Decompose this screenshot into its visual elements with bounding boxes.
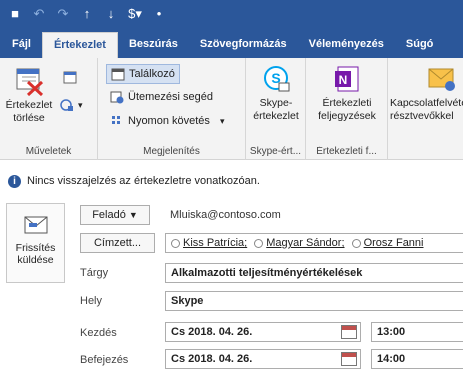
from-value: Mluiska@contoso.com [170, 209, 281, 221]
redo-icon[interactable]: ↷ [56, 7, 70, 21]
meeting-notes-label: Értekezleti feljegyzések [318, 97, 376, 122]
send-update-label: Frissítés küldése [15, 242, 56, 266]
group-actions: Értekezlet törlése ▾ Műveletek [0, 58, 98, 160]
tab-file[interactable]: Fájl [0, 32, 42, 58]
down-arrow-icon[interactable]: ↓ [104, 7, 118, 21]
end-time-field[interactable]: 14:00 [371, 349, 463, 369]
group-show-label: Megjelenítés [143, 146, 200, 157]
skype-meeting-button[interactable]: S Skype-értekezlet [248, 64, 304, 123]
presence-icon [171, 238, 180, 248]
tab-insert[interactable]: Beszúrás [118, 32, 189, 58]
to-field[interactable]: Kiss Patrícia; Magyar Sándor; Orosz Fann… [165, 233, 463, 253]
undo-icon[interactable]: ↶ [32, 7, 46, 21]
dollar-icon[interactable]: $▾ [128, 7, 142, 21]
recipient-2[interactable]: Magyar Sándor; [254, 234, 345, 252]
contact-attendees-label: Kapcsolatfelvétel a résztvevőkkel [390, 97, 463, 122]
contact-attendees-button[interactable]: Kapcsolatfelvétel a résztvevőkkel [390, 64, 463, 123]
to-button[interactable]: Címzett... [80, 233, 155, 253]
quick-access-toolbar: ■ ↶ ↷ ↑ ↓ $▾ • [0, 0, 463, 28]
scheduling-icon [110, 90, 124, 104]
recipient-1[interactable]: Kiss Patrícia; [171, 234, 247, 252]
save-icon[interactable]: ■ [8, 7, 22, 21]
delete-calendar-icon [14, 66, 44, 97]
tab-format-text[interactable]: Szövegformázás [189, 32, 298, 58]
from-button[interactable]: Feladó ▼ [80, 205, 150, 225]
up-arrow-icon[interactable]: ↑ [80, 7, 94, 21]
subject-label: Tárgy [80, 267, 109, 279]
copy-to-button[interactable]: ▾ [60, 98, 83, 112]
tracking-label: Nyomon követés [128, 115, 210, 127]
from-label: Feladó [92, 209, 126, 221]
tracking-icon [110, 114, 124, 128]
recipient-3[interactable]: Orosz Fanni [351, 234, 424, 252]
tracking-dropdown-icon: ▾ [219, 115, 225, 126]
group-skype: S Skype-értekezlet Skype-ért... [246, 58, 306, 160]
skype-meeting-label: Skype-értekezlet [253, 97, 299, 122]
appointment-button[interactable]: Találkozó [106, 64, 180, 84]
location-field[interactable]: Skype [165, 291, 463, 311]
presence-icon [351, 238, 361, 248]
tab-help[interactable]: Súgó [395, 32, 445, 58]
start-time-field[interactable]: 13:00 [371, 322, 463, 342]
end-calendar-icon[interactable] [341, 352, 357, 366]
group-skype-label: Skype-ért... [249, 146, 302, 157]
presence-icon [254, 238, 264, 248]
info-bar-text: Nincs visszajelzés az értekezletre vonat… [27, 175, 260, 187]
calendar-small-button[interactable] [63, 70, 77, 84]
appointment-label: Találkozó [129, 68, 175, 80]
calendar-icon [63, 70, 77, 84]
group-notes-label: Értekezleti f... [316, 146, 377, 157]
tab-review[interactable]: Véleményezés [298, 32, 395, 58]
scheduling-assistant-button[interactable]: Ütemezési segéd [110, 90, 213, 104]
appointment-icon [111, 67, 125, 81]
dropdown-arrow-icon: ▾ [78, 99, 83, 110]
group-actions-label: Műveletek [25, 146, 72, 157]
location-label: Hely [80, 295, 103, 307]
end-label: Befejezés [80, 354, 129, 366]
group-notes: N Értekezleti feljegyzések Értekezleti f… [306, 58, 388, 160]
start-date-field[interactable]: Cs 2018. 04. 26. [165, 322, 361, 342]
group-show: Találkozó Ütemezési segéd Nyomon követés… [98, 58, 246, 160]
start-calendar-icon[interactable] [341, 325, 357, 339]
info-icon: i [8, 174, 21, 188]
info-bar: i Nincs visszajelzés az értekezletre von… [0, 170, 463, 192]
end-date-field[interactable]: Cs 2018. 04. 26. [165, 349, 361, 369]
copy-icon [60, 98, 74, 112]
send-update-button[interactable]: Frissítés küldése [6, 203, 65, 283]
group-attendees: Kapcsolatfelvétel a résztvevőkkel [388, 58, 463, 160]
skype-icon: S [261, 64, 291, 94]
svg-text:N: N [339, 73, 348, 87]
onenote-icon: N [332, 64, 362, 94]
subject-field[interactable]: Alkalmazotti teljesítményértékelések [165, 263, 463, 283]
tracking-button[interactable]: Nyomon követés ▾ [110, 114, 224, 128]
tab-meeting[interactable]: Értekezlet [41, 32, 118, 58]
delete-meeting-label: Értekezlet törlése [5, 99, 53, 124]
scheduling-label: Ütemezési segéd [128, 91, 213, 103]
meeting-notes-button[interactable]: N Értekezleti feljegyzések [310, 64, 384, 123]
start-label: Kezdés [80, 327, 117, 339]
from-dropdown-icon: ▼ [128, 210, 138, 220]
send-icon [23, 214, 49, 236]
contact-attendees-icon [426, 64, 456, 94]
ribbon: Értekezlet törlése ▾ Műveletek Találkozó [0, 58, 463, 160]
customize-icon[interactable]: • [152, 7, 166, 21]
ribbon-tabs: Fájl Értekezlet Beszúrás Szövegformázás … [0, 28, 463, 58]
delete-meeting-button[interactable]: Értekezlet törlése [3, 66, 55, 125]
